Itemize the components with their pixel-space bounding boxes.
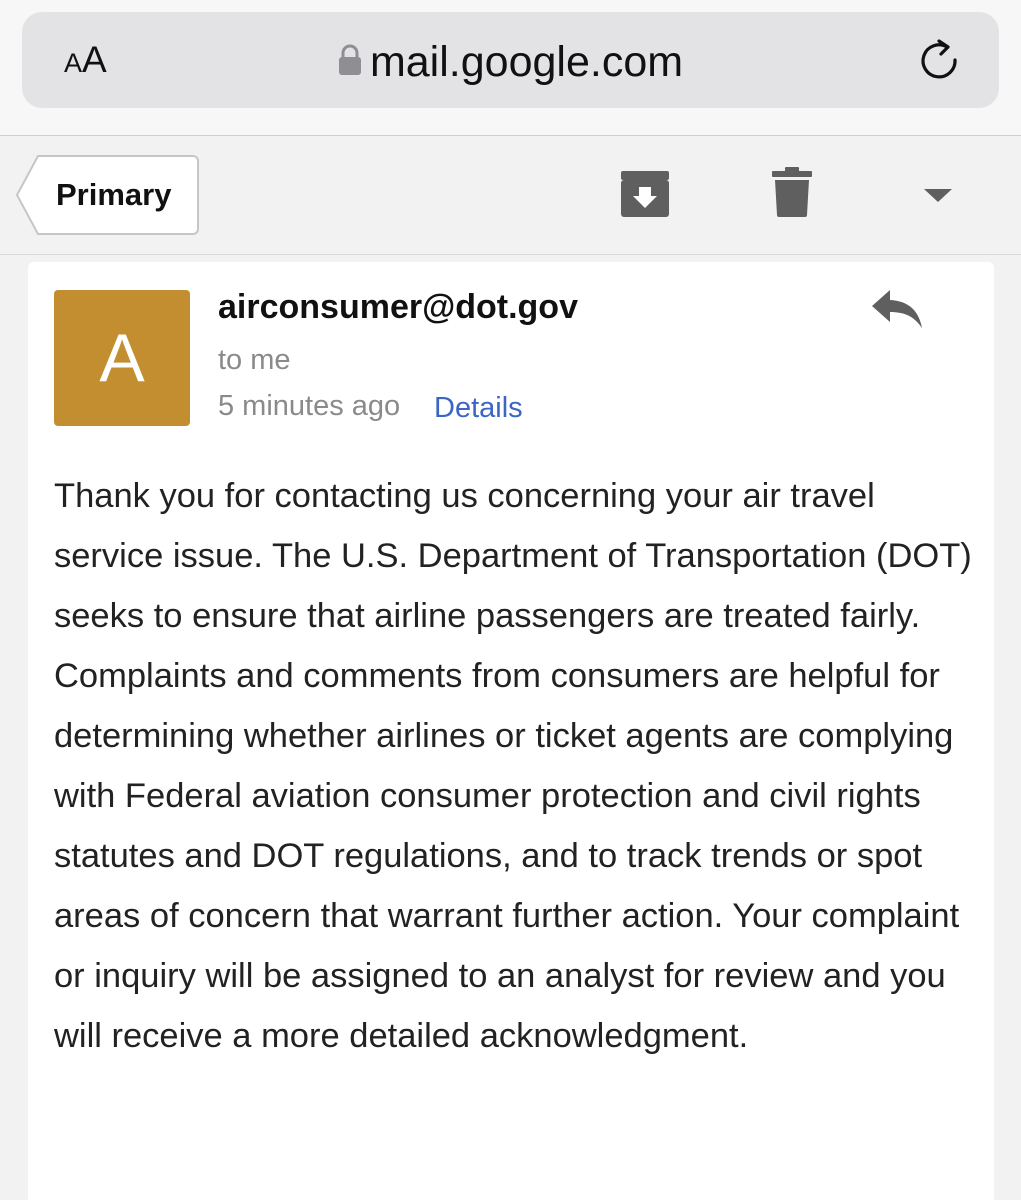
trash-icon[interactable] bbox=[772, 167, 812, 222]
back-to-primary-button[interactable]: Primary bbox=[16, 155, 199, 235]
recipient-label: to me bbox=[218, 344, 291, 376]
archive-icon[interactable] bbox=[619, 167, 671, 224]
url-text: mail.google.com bbox=[369, 38, 684, 86]
details-link[interactable]: Details bbox=[434, 392, 523, 425]
message-time: 5 minutes ago bbox=[218, 390, 401, 422]
address-bar[interactable]: AA mail.google.com bbox=[22, 12, 999, 108]
back-button-label: Primary bbox=[56, 177, 172, 212]
reload-icon[interactable] bbox=[917, 38, 961, 87]
sender-address[interactable]: airconsumer@dot.gov bbox=[218, 288, 578, 327]
reply-icon[interactable] bbox=[870, 288, 926, 337]
browser-top-bar: AA mail.google.com bbox=[0, 0, 1021, 136]
gmail-toolbar: Primary bbox=[0, 137, 1021, 255]
url-display[interactable]: mail.google.com bbox=[22, 40, 999, 84]
sender-avatar: A bbox=[54, 290, 190, 426]
message-card: A airconsumer@dot.gov to me 5 minutes ag… bbox=[28, 262, 994, 1200]
message-body: Thank you for contacting us concerning y… bbox=[54, 477, 972, 1055]
lock-icon bbox=[338, 40, 362, 84]
more-dropdown-icon[interactable] bbox=[924, 189, 952, 208]
